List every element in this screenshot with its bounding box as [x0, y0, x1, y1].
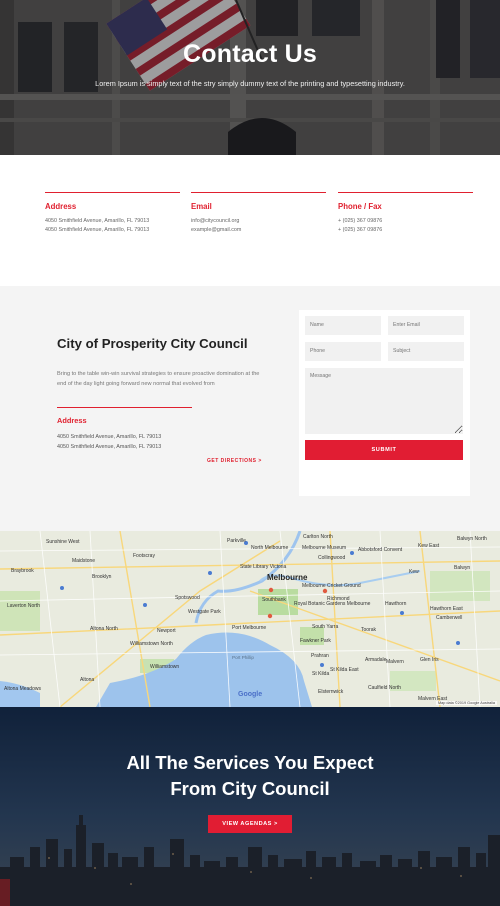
map-label: Maidstone [72, 558, 96, 564]
phone-heading: Phone / Fax [338, 202, 382, 211]
map-label: Kew [409, 569, 419, 575]
services-title: All The Services You Expect From City Co… [0, 750, 500, 802]
map-credit[interactable]: Map data ©2019 Google Australia [435, 701, 497, 705]
map-embed[interactable]: Sunshine West Braybrook Maidstone Footsc… [0, 531, 500, 707]
email-link[interactable]: example@gmail.com [191, 226, 326, 235]
map-label: Melbourne Cricket Ground [302, 583, 361, 589]
map-label: Caulfield North [368, 685, 402, 691]
council-address-heading: Address [57, 416, 87, 425]
services-title-line: From City Council [170, 778, 330, 799]
map-label: Fawkner Park [300, 638, 331, 644]
map-label: Newport [157, 628, 176, 634]
address-line: 4050 Smithfield Avenue, Amarillo, FL 790… [45, 218, 150, 224]
map-label: St Kilda [312, 671, 330, 677]
get-directions-link[interactable]: GET DIRECTIONS > [207, 458, 262, 464]
map-label: Armadale [365, 657, 387, 663]
email-heading: Email [191, 202, 212, 211]
phone-link[interactable]: + (025) 367 09876 [338, 217, 473, 226]
address-line: 4050 Smithfield Avenue, Amarillo, FL 790… [57, 443, 162, 450]
email-input[interactable] [388, 316, 464, 335]
council-description: Bring to the table win-win survival stra… [57, 371, 260, 387]
map-label: South Yarra [312, 624, 339, 630]
page-title: Contact Us [183, 40, 317, 68]
phone-input[interactable] [305, 342, 381, 361]
map-label: Williamstown [150, 664, 180, 670]
divider [191, 192, 326, 193]
map-label: Royal Botanic Gardens Melbourne [294, 601, 371, 607]
contact-info-section: Address 4050 Smithfield Avenue, Amarillo… [0, 155, 500, 286]
map-label: Hawthorn East [430, 606, 463, 612]
map-label: Toorak [361, 627, 377, 633]
map-label: Brooklyn [92, 574, 112, 580]
council-contact-section: City of Prosperity City Council Bring to… [0, 286, 500, 531]
map-label: Balwyn [454, 565, 471, 571]
address-line: 4050 Smithfield Avenue, Amarillo, FL 790… [45, 227, 150, 233]
map-label: Glen Iris [420, 657, 439, 663]
map-label: Altona North [90, 626, 118, 632]
address-line: 4050 Smithfield Avenue, Amarillo, FL 790… [57, 434, 162, 440]
map-label: Camberwell [436, 615, 463, 621]
map-label: North Melbourne [251, 545, 289, 551]
google-logo: Google [238, 691, 263, 698]
hero-subtitle: Lorem Ipsum is simply text of the stry s… [95, 79, 405, 88]
address-heading: Address [45, 202, 77, 211]
divider [338, 192, 473, 193]
subject-input[interactable] [388, 342, 464, 361]
hero-banner: Contact Us Lorem Ipsum is simply text of… [0, 0, 500, 155]
map-label: Westgate Park [188, 609, 221, 615]
map-label: Elsternwick [318, 689, 344, 695]
map-label: Altona Meadows [4, 686, 41, 692]
city-skyline-image [0, 707, 500, 906]
address-column: Address 4050 Smithfield Avenue, Amarillo… [45, 192, 180, 235]
map-label: Kew East [418, 543, 440, 549]
divider [45, 192, 180, 193]
map-label: Sunshine West [46, 539, 80, 545]
map-label: Southbank [262, 597, 286, 603]
services-title-line: All The Services You Expect [126, 752, 374, 773]
email-link[interactable]: info@citycouncil.org [191, 217, 326, 226]
message-textarea[interactable] [305, 368, 463, 434]
map-label: Melbourne Museum [302, 545, 347, 551]
map-label: Hawthorn [385, 601, 407, 607]
map-label: St Kilda East [330, 667, 359, 673]
services-banner: All The Services You Expect From City Co… [0, 707, 500, 906]
map-label: Abbotsford Convent [358, 547, 403, 553]
map-label: Footscray [133, 553, 155, 559]
map-label: Williamstown North [130, 641, 173, 647]
contact-form: SUBMIT [299, 310, 470, 496]
email-column: Email info@citycouncil.org example@gmail… [191, 192, 326, 235]
map-label: Melbourne [267, 573, 308, 582]
map-label: Malvern [386, 659, 404, 665]
council-address: 4050 Smithfield Avenue, Amarillo, FL 790… [57, 433, 161, 452]
map-label: Port Melbourne [232, 625, 267, 631]
map-label: Collingwood [318, 555, 346, 561]
view-agendas-button[interactable]: VIEW AGENDAS > [208, 815, 292, 833]
map-label: Parkville [227, 538, 246, 544]
map-label: Carlton North [303, 534, 333, 540]
map-label: Prahran [311, 653, 329, 659]
hero-overlay [0, 0, 500, 155]
map-label: Altona [80, 677, 95, 683]
fax-number: + (025) 367 09876 [338, 227, 383, 233]
map-label: Port Phillip [232, 655, 254, 660]
map-label: Balwyn North [457, 536, 487, 542]
map-label: Braybrook [11, 568, 34, 574]
map-label: State Library Victoria [240, 564, 287, 570]
phone-column: Phone / Fax + (025) 367 09876 + (025) 36… [338, 192, 473, 235]
submit-button[interactable]: SUBMIT [305, 440, 463, 460]
divider [57, 407, 192, 408]
map-label: Laverton North [7, 603, 41, 609]
council-title: City of Prosperity City Council [57, 336, 248, 351]
name-input[interactable] [305, 316, 381, 335]
map-label: Spotswood [175, 595, 200, 601]
